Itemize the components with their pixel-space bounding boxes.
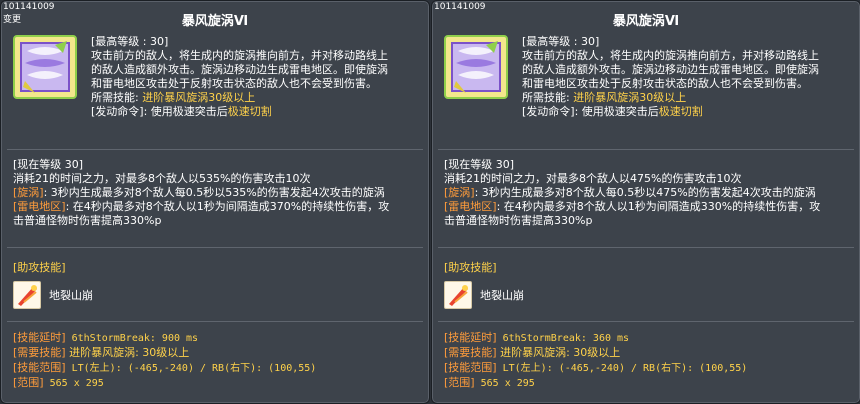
current-level: [现在等级 30] — [13, 158, 84, 171]
current-level: [现在等级 30] — [444, 158, 515, 171]
skill-range: [技能范围] LT(左上): (-465,-240) / RB(右下): (10… — [13, 361, 317, 374]
assist-skill-header: [助攻技能] — [13, 261, 66, 274]
skill-info: [技能延时] 6thStormBreak: 360 ms [需要技能] 进阶暴风… — [444, 331, 747, 391]
skill-title: 暴风旋涡Ⅵ — [181, 14, 249, 29]
current-line: 消耗21的时间之力，对最多8个敌人以475%的伤害攻击10次 — [444, 172, 742, 185]
desc-line: 的敌人造成额外攻击。旋涡边移动边生成雷电地区。即使旋涡 — [522, 63, 819, 76]
divider — [7, 247, 423, 248]
assist-skill-header: [助攻技能] — [444, 261, 497, 274]
divider — [7, 149, 423, 150]
divider — [438, 247, 854, 248]
assist-skill-name: 地裂山崩 — [480, 289, 524, 302]
skill-description: [最高等级 : 30] 攻击前方的敌人，将生成内的旋涡推向前方，并对移动路线上 … — [522, 35, 852, 119]
desc-line: 和雷电地区攻击处于反射攻击状态的敌人也不会受到伤害。 — [522, 77, 808, 90]
skill-area: [范围] 565 x 295 — [13, 376, 104, 389]
skill-area: [范围] 565 x 295 — [444, 376, 535, 389]
current-line: 击普通怪物时伤害提高330%p — [444, 214, 593, 227]
skill-title: 暴风旋涡Ⅵ — [612, 14, 680, 29]
storm-vortex-icon — [13, 35, 77, 99]
max-level: [最高等级 : 30] — [522, 35, 600, 48]
skill-range: [技能范围] LT(左上): (-465,-240) / RB(右下): (10… — [444, 361, 748, 374]
thunder-line: [雷电地区]: 在4秒内最多对8个敌人以1秒为间隔造成330%的持续性伤害，攻 — [444, 200, 821, 213]
vortex-line: [旋涡]: 3秒内生成最多对8个敌人每0.5秒以535%的伤害发起4次攻击的旋涡 — [13, 186, 385, 199]
assist-skill-item: 地裂山崩 — [13, 281, 93, 309]
storm-vortex-icon — [444, 35, 508, 99]
assist-skill-item: 地裂山崩 — [444, 281, 524, 309]
skill-description: [最高等级 : 30] 攻击前方的敌人，将生成内的旋涡推向前方，并对移动路线上 … — [91, 35, 421, 119]
divider — [438, 149, 854, 150]
current-level-section: [现在等级 30] 消耗21的时间之力，对最多8个敌人以475%的伤害攻击10次… — [444, 158, 854, 228]
desc-line: 攻击前方的敌人，将生成内的旋涡推向前方，并对移动路线上 — [91, 49, 388, 62]
earth-split-icon — [444, 281, 472, 309]
skill-delay: [技能延时] 6thStormBreak: 360 ms — [444, 331, 630, 344]
desc-line: 的敌人造成额外攻击。旋涡边移动边生成雷电地区。即使旋涡 — [91, 63, 388, 76]
skill-requirement: [需要技能] 进阶暴风旋涡: 30级以上 — [444, 346, 621, 359]
required-skill: 所需技能: 进阶暴风旋涡30级以上 — [91, 91, 256, 104]
skill-requirement: [需要技能] 进阶暴风旋涡: 30级以上 — [13, 346, 190, 359]
assist-skill-name: 地裂山崩 — [49, 289, 93, 302]
current-level-section: [现在等级 30] 消耗21的时间之力，对最多8个敌人以535%的伤害攻击10次… — [13, 158, 423, 228]
divider — [7, 321, 423, 322]
skill-info: [技能延时] 6thStormBreak: 900 ms [需要技能] 进阶暴风… — [13, 331, 316, 391]
activation-command: [发动命令]: 使用极速突击后极速切割 — [91, 105, 272, 118]
divider — [438, 321, 854, 322]
earth-split-icon — [13, 281, 41, 309]
vortex-line: [旋涡]: 3秒内生成最多对8个敌人每0.5秒以475%的伤害发起4次攻击的旋涡 — [444, 186, 816, 199]
skill-delay: [技能延时] 6thStormBreak: 900 ms — [13, 331, 199, 344]
desc-line: 和雷电地区攻击处于反射攻击状态的敌人也不会受到伤害。 — [91, 77, 377, 90]
current-line: 消耗21的时间之力，对最多8个敌人以535%的伤害攻击10次 — [13, 172, 311, 185]
activation-command: [发动命令]: 使用极速突击后极速切割 — [522, 105, 703, 118]
required-skill: 所需技能: 进阶暴风旋涡30级以上 — [522, 91, 687, 104]
skill-tooltip-panel-right: 101141009 暴风旋涡Ⅵ [最高等级 : 30] 攻击前方的敌人，将生成内… — [431, 0, 860, 404]
desc-line: 攻击前方的敌人，将生成内的旋涡推向前方，并对移动路线上 — [522, 49, 819, 62]
thunder-line: [雷电地区]: 在4秒内最多对8个敌人以1秒为间隔造成370%的持续性伤害，攻 — [13, 200, 390, 213]
skill-tooltip-panel-left: 101141009 变更 暴风旋涡Ⅵ [最高等级 : 30] 攻击前方的敌人，将… — [0, 0, 430, 404]
max-level: [最高等级 : 30] — [91, 35, 169, 48]
current-line: 击普通怪物时伤害提高330%p — [13, 214, 162, 227]
